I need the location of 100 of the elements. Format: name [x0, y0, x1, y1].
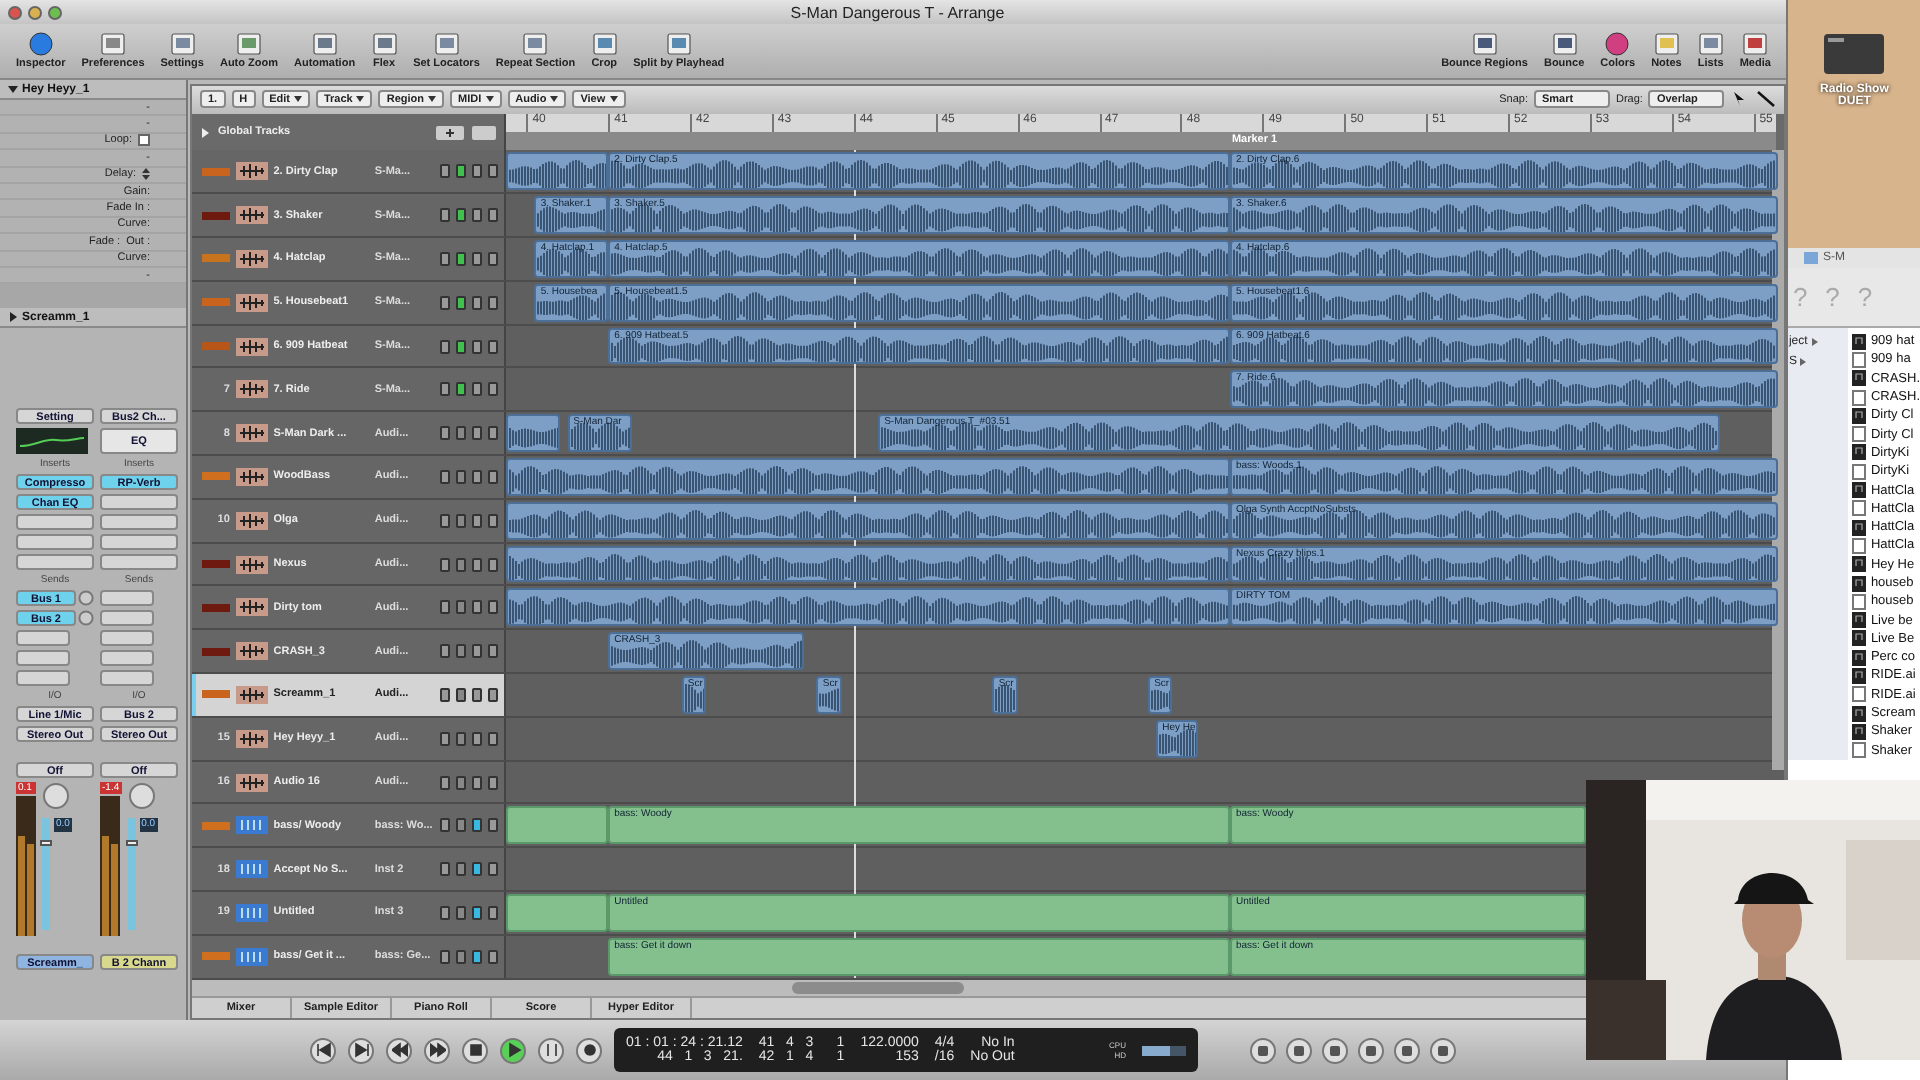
- solo-button[interactable]: [472, 164, 482, 179]
- go-to-start-button[interactable]: [310, 1037, 336, 1063]
- pan-knob[interactable]: [42, 782, 71, 811]
- insert-slot[interactable]: [16, 514, 94, 531]
- freeze-button[interactable]: [488, 382, 498, 397]
- record-button[interactable]: [576, 1037, 602, 1063]
- send-slot[interactable]: [100, 610, 155, 627]
- disclosure-triangle[interactable]: [8, 312, 18, 323]
- solo-button[interactable]: [472, 600, 482, 615]
- solo-button[interactable]: [472, 644, 482, 659]
- freeze-button[interactable]: [488, 426, 498, 441]
- tool-button[interactable]: [1286, 1037, 1312, 1063]
- solo-button[interactable]: [472, 905, 482, 920]
- pencil-tool-icon[interactable]: [1756, 90, 1777, 109]
- mute-button[interactable]: [440, 426, 451, 441]
- solo-button[interactable]: [472, 687, 482, 702]
- freeze-button[interactable]: [488, 949, 498, 964]
- tool-button[interactable]: [1430, 1037, 1456, 1063]
- solo-button[interactable]: [472, 513, 482, 528]
- audio-region[interactable]: [506, 501, 1230, 540]
- record-enable-button[interactable]: [456, 295, 467, 310]
- solo-button[interactable]: [472, 469, 482, 484]
- solo-button[interactable]: [472, 251, 482, 266]
- insert-slot[interactable]: [100, 554, 178, 571]
- freeze-button[interactable]: [488, 775, 498, 789]
- freeze-button[interactable]: [488, 731, 498, 746]
- record-enable-button[interactable]: [456, 818, 467, 833]
- mute-button[interactable]: [440, 295, 451, 310]
- record-enable-button[interactable]: [456, 164, 467, 179]
- solo-button[interactable]: [472, 862, 482, 877]
- mute-button[interactable]: [440, 382, 451, 397]
- horizontal-scrollbar[interactable]: [792, 981, 964, 994]
- solo-button[interactable]: [472, 557, 482, 572]
- record-enable-button[interactable]: [456, 949, 467, 964]
- record-enable-button[interactable]: [456, 426, 467, 441]
- solo-button[interactable]: [472, 731, 482, 746]
- record-enable-button[interactable]: [456, 687, 467, 702]
- hard-drive-icon[interactable]: [1820, 28, 1889, 80]
- send-slot[interactable]: [16, 630, 71, 647]
- play-button[interactable]: [500, 1037, 526, 1063]
- record-enable-button[interactable]: [456, 513, 467, 528]
- stepper-icon[interactable]: [142, 168, 150, 181]
- record-enable-button[interactable]: [456, 862, 467, 877]
- record-enable-button[interactable]: [456, 644, 467, 659]
- pause-button[interactable]: [538, 1037, 564, 1063]
- mute-button[interactable]: [440, 949, 451, 964]
- solo-button[interactable]: [472, 775, 482, 789]
- go-to-end-button[interactable]: [348, 1037, 374, 1063]
- zoom-button[interactable]: [48, 5, 62, 19]
- solo-button[interactable]: [472, 426, 482, 441]
- solo-button[interactable]: [472, 295, 482, 310]
- tool-button[interactable]: [1394, 1037, 1420, 1063]
- record-enable-button[interactable]: [456, 557, 467, 572]
- close-button[interactable]: [8, 5, 22, 19]
- freeze-button[interactable]: [488, 251, 498, 266]
- freeze-button[interactable]: [488, 513, 498, 528]
- record-enable-button[interactable]: [456, 339, 467, 354]
- mute-button[interactable]: [440, 731, 451, 746]
- mute-button[interactable]: [440, 644, 451, 659]
- freeze-button[interactable]: [488, 818, 498, 833]
- record-enable-button[interactable]: [456, 251, 467, 266]
- insert-slot[interactable]: [100, 494, 178, 511]
- insert-slot[interactable]: [16, 554, 94, 571]
- freeze-button[interactable]: [488, 295, 498, 310]
- eq-curve-display[interactable]: [16, 428, 88, 455]
- freeze-button[interactable]: [488, 644, 498, 659]
- mute-button[interactable]: [440, 775, 451, 789]
- freeze-button[interactable]: [488, 164, 498, 179]
- mute-button[interactable]: [440, 164, 451, 179]
- send-slot[interactable]: [100, 630, 155, 647]
- mute-button[interactable]: [440, 251, 451, 266]
- record-enable-button[interactable]: [456, 600, 467, 615]
- freeze-button[interactable]: [488, 600, 498, 615]
- audio-region[interactable]: [506, 458, 1230, 496]
- audio-region[interactable]: [506, 152, 609, 191]
- freeze-button[interactable]: [488, 557, 498, 572]
- mute-button[interactable]: [440, 905, 451, 920]
- send-slot[interactable]: [100, 650, 155, 667]
- record-enable-button[interactable]: [456, 382, 467, 397]
- mute-button[interactable]: [440, 339, 451, 354]
- send-slot[interactable]: [100, 590, 155, 607]
- mute-button[interactable]: [440, 513, 451, 528]
- minimize-button[interactable]: [28, 5, 42, 19]
- freeze-button[interactable]: [488, 862, 498, 877]
- insert-slot[interactable]: [100, 534, 178, 551]
- audio-region[interactable]: [506, 545, 1230, 583]
- record-enable-button[interactable]: [456, 469, 467, 484]
- loop-checkbox[interactable]: [138, 134, 150, 147]
- disclosure-triangle[interactable]: [200, 127, 210, 138]
- record-enable-button[interactable]: [456, 731, 467, 746]
- mute-button[interactable]: [440, 208, 451, 223]
- freeze-button[interactable]: [488, 339, 498, 354]
- send-slot[interactable]: [16, 650, 71, 667]
- send-slot[interactable]: [100, 670, 155, 687]
- fast-forward-button[interactable]: [424, 1037, 450, 1063]
- solo-button[interactable]: [472, 208, 482, 223]
- record-enable-button[interactable]: [456, 208, 467, 223]
- freeze-button[interactable]: [488, 208, 498, 223]
- tool-button[interactable]: [1358, 1037, 1384, 1063]
- send-slot[interactable]: [16, 670, 71, 687]
